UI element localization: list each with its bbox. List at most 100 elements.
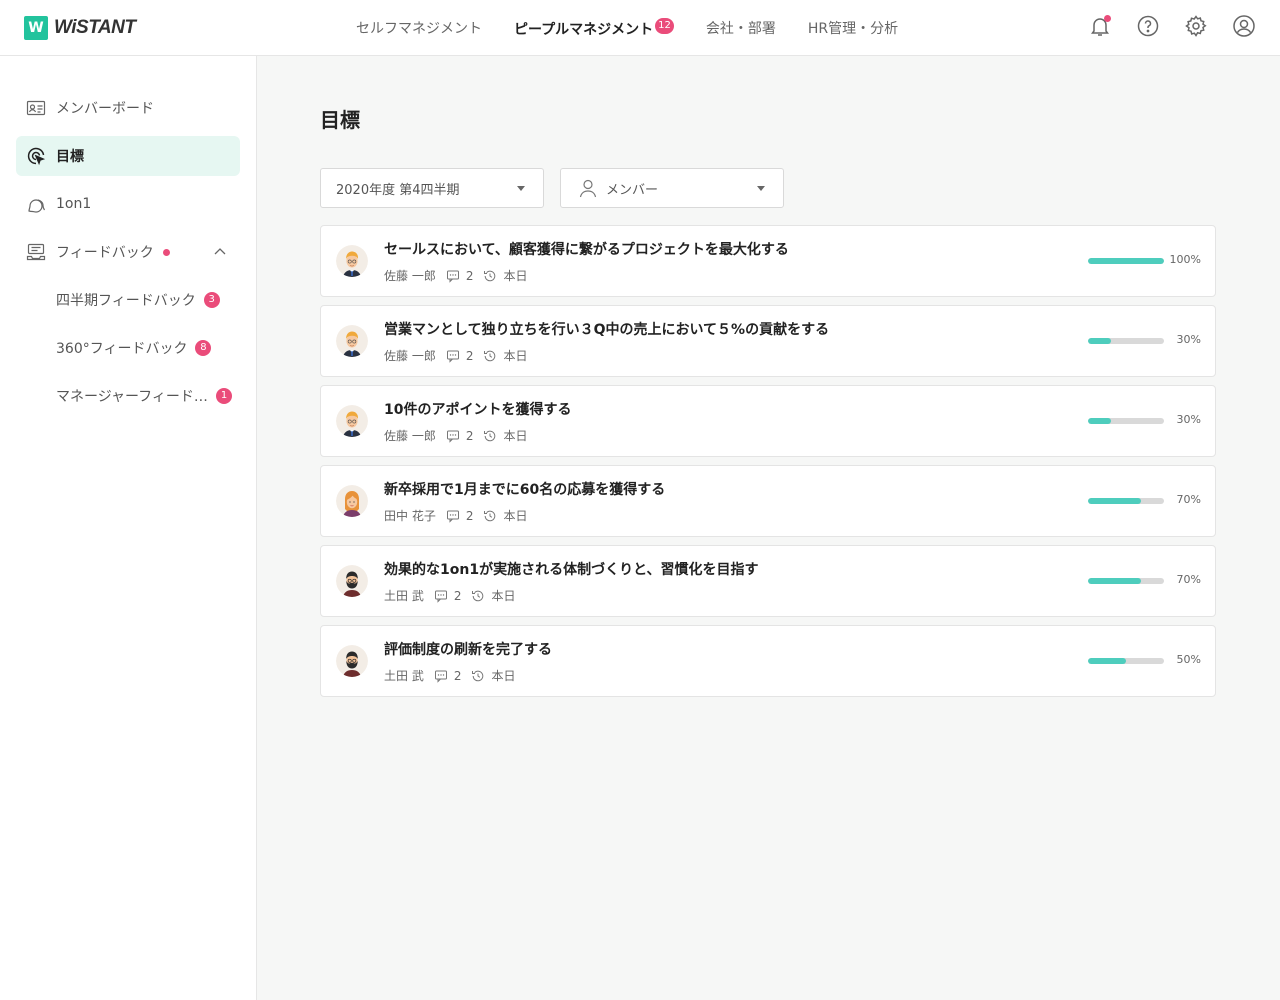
main-content: 目標 2020年度 第4四半期 メンバー セールスにおいて、顧客獲得に繋がるプロ… xyxy=(257,56,1280,1000)
updated-date: 本日 xyxy=(491,589,516,603)
feedback-notification-dot xyxy=(162,248,170,256)
progress-bar-fill xyxy=(1088,498,1142,504)
goal-owner: 佐藤 一郎 xyxy=(384,349,436,363)
avatar xyxy=(336,645,368,677)
history-icon xyxy=(483,349,497,363)
notification-badge: 12 xyxy=(655,17,674,34)
top-nav-company-department[interactable]: 会社・部署 xyxy=(706,18,776,38)
history-icon xyxy=(471,669,485,683)
goal-card[interactable]: 評価制度の刷新を完了する 土田 武 2 本日 50% xyxy=(320,625,1216,697)
progress-bar-fill xyxy=(1088,418,1111,424)
sidebar-item-label: フィードバック xyxy=(56,245,154,261)
comment-count: 2 xyxy=(465,428,474,443)
history-icon xyxy=(471,589,485,603)
bell-icon[interactable] xyxy=(1088,14,1112,38)
avatar xyxy=(336,565,368,597)
updated-date: 本日 xyxy=(503,509,528,523)
sidebar-item-label: 1on1 xyxy=(56,196,92,212)
top-nav-label: 会社・部署 xyxy=(705,21,776,37)
progress-bar xyxy=(1088,338,1164,344)
comment-count: 2 xyxy=(465,348,474,363)
progress-bar-fill xyxy=(1088,258,1164,264)
goal-title[interactable]: 効果的な1on1が実施される体制づくりと、習慣化を目指す xyxy=(384,559,759,579)
caret-down-icon xyxy=(517,186,525,191)
progress-bar xyxy=(1088,418,1164,424)
top-nav-hr-analytics[interactable]: HR管理・分析 xyxy=(808,18,898,38)
target-icon xyxy=(26,146,46,166)
goal-meta: 土田 武 2 本日 xyxy=(384,667,515,684)
count-badge: 3 xyxy=(203,292,220,308)
count-badge: 1 xyxy=(216,388,232,404)
member-select[interactable]: メンバー xyxy=(560,168,784,208)
goal-meta: 田中 花子 2 本日 xyxy=(384,507,527,524)
progress-percent: 70% xyxy=(1176,493,1201,506)
sidebar-item-label: メンバーボード xyxy=(56,101,154,117)
wistant-logo[interactable]: W WiSTANT xyxy=(24,16,136,40)
comment-icon xyxy=(446,509,460,523)
goal-title[interactable]: 新卒採用で1月までに60名の応募を獲得する xyxy=(384,479,665,499)
person-icon xyxy=(579,179,597,198)
goal-meta: 佐藤 一郎 2 本日 xyxy=(384,347,527,364)
sidebar-item-1on1[interactable]: 1on1 xyxy=(16,184,240,224)
user-icon[interactable] xyxy=(1232,14,1256,38)
caret-down-icon xyxy=(757,186,765,191)
comment-icon xyxy=(446,269,460,283)
history-icon xyxy=(483,269,497,283)
goal-card[interactable]: セールスにおいて、顧客獲得に繋がるプロジェクトを最大化する 佐藤 一郎 2 本日… xyxy=(320,225,1216,297)
progress-bar xyxy=(1088,658,1164,664)
avatar xyxy=(336,405,368,437)
period-select[interactable]: 2020年度 第4四半期 xyxy=(320,168,544,208)
progress-percent: 50% xyxy=(1176,653,1201,666)
goal-title[interactable]: 営業マンとして独り立ちを行い３Q中の売上において５%の貢献をする xyxy=(384,319,829,339)
chevron-up-icon[interactable] xyxy=(212,244,228,260)
progress-bar xyxy=(1088,578,1164,584)
goal-title[interactable]: セールスにおいて、顧客獲得に繋がるプロジェクトを最大化する xyxy=(384,239,789,259)
avatar xyxy=(336,245,368,277)
comment-icon xyxy=(434,669,448,683)
member-select-placeholder: メンバー xyxy=(606,182,659,198)
comment-icon xyxy=(446,429,460,443)
progress-percent: 30% xyxy=(1176,333,1201,346)
goal-title[interactable]: 評価制度の刷新を完了する xyxy=(384,639,552,659)
help-icon[interactable] xyxy=(1136,14,1160,38)
updated-date: 本日 xyxy=(491,669,516,683)
member-board-icon xyxy=(26,98,46,118)
goal-list: セールスにおいて、顧客獲得に繋がるプロジェクトを最大化する 佐藤 一郎 2 本日… xyxy=(320,225,1216,705)
sidebar-subitem-label: 四半期フィードバック xyxy=(56,293,196,309)
chat-icon xyxy=(26,194,46,214)
sidebar-item-feedback[interactable]: フィードバック xyxy=(16,232,240,272)
sidebar-subitem-quarterly-feedback[interactable]: 四半期フィードバック 3 xyxy=(16,280,240,320)
goal-owner: 佐藤 一郎 xyxy=(384,269,436,283)
progress-bar-fill xyxy=(1088,658,1126,664)
goal-meta: 土田 武 2 本日 xyxy=(384,587,515,604)
sidebar-item-label: 目標 xyxy=(56,149,84,165)
goal-card[interactable]: 営業マンとして独り立ちを行い３Q中の売上において５%の貢献をする 佐藤 一郎 2… xyxy=(320,305,1216,377)
gear-icon[interactable] xyxy=(1184,14,1208,38)
goal-owner: 田中 花子 xyxy=(384,509,436,523)
goal-card[interactable]: 10件のアポイントを獲得する 佐藤 一郎 2 本日 30% xyxy=(320,385,1216,457)
progress-bar-fill xyxy=(1088,338,1111,344)
sidebar-item-member-board[interactable]: メンバーボード xyxy=(16,88,240,128)
sidebar-subitem-360-feedback[interactable]: 360°フィードバック 8 xyxy=(16,328,240,368)
logo-text: WiSTANT xyxy=(54,17,136,38)
progress-percent: 30% xyxy=(1176,413,1201,426)
goal-owner: 土田 武 xyxy=(384,589,424,603)
updated-date: 本日 xyxy=(503,349,528,363)
comment-icon xyxy=(434,589,448,603)
top-nav-label: HR管理・分析 xyxy=(807,21,899,37)
comment-icon xyxy=(446,349,460,363)
progress-bar xyxy=(1088,498,1164,504)
sidebar-subitem-manager-feedback[interactable]: マネージャーフィードバック 1 xyxy=(16,376,240,416)
sidebar: メンバーボード 目標 1on1 フィードバック 四半期フィードバック 3 360… xyxy=(0,56,257,1000)
goal-title[interactable]: 10件のアポイントを獲得する xyxy=(384,399,571,419)
top-nav-self-management[interactable]: セルフマネジメント xyxy=(356,18,482,38)
top-nav-people-management[interactable]: ピープルマネジメント 12 xyxy=(514,17,674,39)
goal-card[interactable]: 新卒採用で1月までに60名の応募を獲得する 田中 花子 2 本日 70% xyxy=(320,465,1216,537)
comment-count: 2 xyxy=(465,268,474,283)
sidebar-item-goals[interactable]: 目標 xyxy=(16,136,240,176)
logo-mark: W xyxy=(24,16,48,40)
top-nav-label: セルフマネジメント xyxy=(356,21,482,37)
bell-notification-dot xyxy=(1104,15,1111,22)
history-icon xyxy=(483,509,497,523)
goal-card[interactable]: 効果的な1on1が実施される体制づくりと、習慣化を目指す 土田 武 2 本日 7… xyxy=(320,545,1216,617)
